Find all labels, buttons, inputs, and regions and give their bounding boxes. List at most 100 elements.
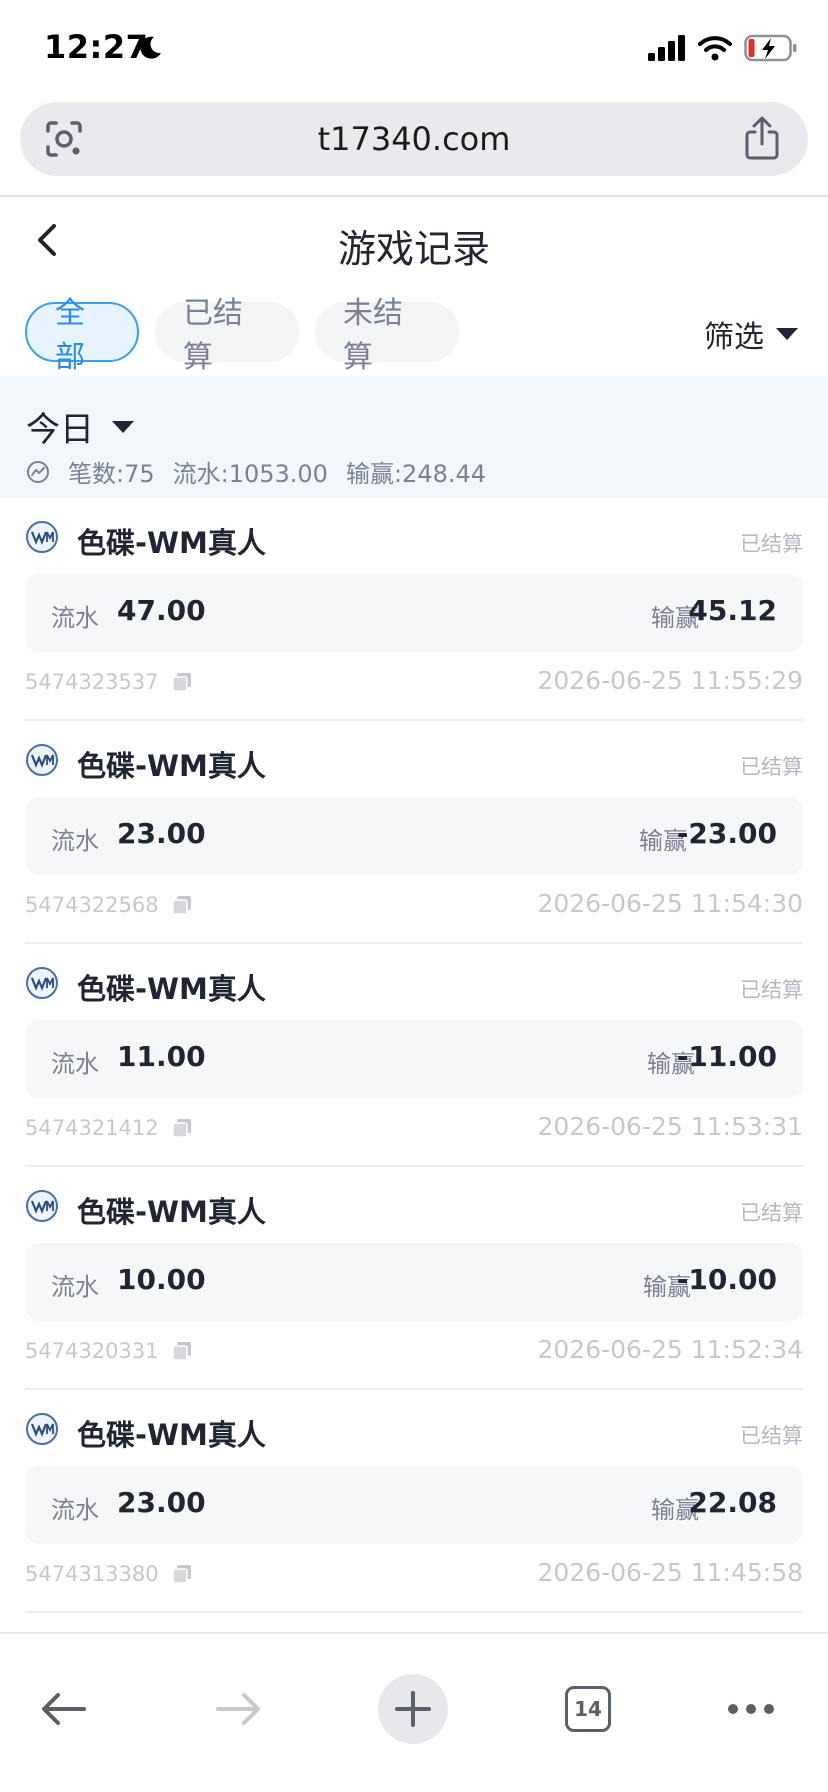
url-text[interactable]: t17340.com <box>20 120 808 158</box>
record-amounts: 流水 47.00 输赢 45.12 <box>25 574 803 652</box>
status-bar: 12:27 <box>0 0 828 100</box>
back-button[interactable] <box>28 1674 98 1744</box>
flow-value: 23.00 <box>117 817 206 850</box>
record-id: 5474323537 <box>25 670 193 694</box>
copy-icon[interactable] <box>171 1117 193 1139</box>
battery-charging-icon <box>744 34 797 62</box>
summary-win-loss: 输赢:248.44 <box>345 460 487 488</box>
tab-settled[interactable]: 已结算 <box>155 296 299 375</box>
arrow-right-icon <box>216 1693 260 1725</box>
tab-unsettled[interactable]: 未结算 <box>315 296 459 375</box>
wm-casino-logo-icon <box>26 967 58 999</box>
filter-label: 筛选 <box>704 320 764 355</box>
record-status: 已结算 <box>740 755 803 779</box>
share-icon[interactable] <box>742 116 782 160</box>
tabs-button[interactable]: 14 <box>553 1674 623 1744</box>
record-amounts: 流水 23.00 输赢 -23.00 <box>25 797 803 875</box>
record-status: 已结算 <box>740 1424 803 1448</box>
more-button[interactable] <box>716 1674 786 1744</box>
record-item[interactable]: 色碟-WM真人 已结算 流水 10.00 输赢 -10.00 547432033… <box>25 1167 803 1390</box>
more-dots-icon <box>728 1704 774 1714</box>
tab-count: 14 <box>565 1686 611 1732</box>
record-id: 5474320331 <box>25 1339 193 1363</box>
status-icons <box>648 34 798 62</box>
summary-count: 笔数:75 <box>68 460 155 488</box>
record-id: 5474313380 <box>25 1562 193 1586</box>
record-item[interactable]: 色碟-WM真人 已结算 流水 23.00 输赢 -23.00 547432256… <box>25 721 803 944</box>
record-item[interactable]: 色碟-WM真人 已结算 流水 47.00 输赢 45.12 5474323537… <box>25 498 803 721</box>
record-game: 色碟-WM真人 <box>77 749 266 783</box>
record-amounts: 流水 11.00 输赢 -11.00 <box>25 1020 803 1098</box>
copy-icon[interactable] <box>171 1340 193 1362</box>
wm-casino-logo-icon <box>26 521 58 553</box>
win-loss-value: -23.00 <box>676 817 777 850</box>
signal-icon <box>648 35 685 61</box>
record-item[interactable]: 色碟-WM真人 已结算 流水 11.00 输赢 -11.00 547432141… <box>25 944 803 1167</box>
record-status: 已结算 <box>740 532 803 556</box>
arrow-left-icon <box>42 1693 86 1725</box>
record-id-text: 5474323537 <box>25 670 159 694</box>
wm-casino-logo-icon <box>26 1413 58 1445</box>
record-time: 2026-06-25 11:53:31 <box>537 1112 803 1141</box>
wifi-icon <box>698 36 732 61</box>
copy-icon[interactable] <box>171 671 193 693</box>
win-loss-value: 22.08 <box>688 1486 777 1519</box>
address-bar[interactable]: t17340.com <box>20 102 808 176</box>
flow-value: 47.00 <box>117 594 206 627</box>
wm-casino-logo-icon <box>26 744 58 776</box>
copy-icon[interactable] <box>171 894 193 916</box>
flow-label: 流水 <box>51 827 99 855</box>
record-amounts: 流水 23.00 输赢 22.08 <box>25 1466 803 1544</box>
new-tab-button[interactable] <box>378 1674 448 1744</box>
record-item[interactable]: 色碟-WM真人 已结算 流水 23.00 输赢 22.08 5474313380… <box>25 1390 803 1613</box>
page-title: 游戏记录 <box>337 227 490 271</box>
flow-value: 11.00 <box>117 1040 206 1073</box>
record-time: 2026-06-25 11:52:34 <box>537 1335 803 1364</box>
trend-icon <box>27 460 49 483</box>
caret-down-icon <box>112 420 134 433</box>
record-time: 2026-06-25 11:45:58 <box>537 1558 803 1587</box>
flow-label: 流水 <box>51 604 99 632</box>
record-status: 已结算 <box>740 978 803 1002</box>
record-id-text: 5474320331 <box>25 1339 159 1363</box>
record-list: 色碟-WM真人 已结算 流水 47.00 输赢 45.12 5474323537… <box>0 498 828 1613</box>
status-tabs: 全部 已结算 未结算 <box>25 296 459 375</box>
tab-all[interactable]: 全部 <box>25 296 139 375</box>
win-loss-value: 45.12 <box>688 594 777 627</box>
win-loss-value: -11.00 <box>676 1040 777 1073</box>
flow-label: 流水 <box>51 1496 99 1524</box>
flow-value: 23.00 <box>117 1486 206 1519</box>
date-selector[interactable]: 今日 <box>26 402 134 451</box>
summary-panel: 今日 笔数:75 流水:1053.00 输赢:248.44 <box>0 376 828 498</box>
plus-icon <box>395 1691 431 1727</box>
record-game: 色碟-WM真人 <box>77 526 266 560</box>
filter-button[interactable]: 筛选 <box>704 312 798 356</box>
caret-down-icon <box>776 328 798 340</box>
record-game: 色碟-WM真人 <box>77 1195 266 1229</box>
record-game: 色碟-WM真人 <box>77 972 266 1006</box>
record-id-text: 5474313380 <box>25 1562 159 1586</box>
forward-button[interactable] <box>204 1674 274 1744</box>
date-label: 今日 <box>26 410 94 450</box>
record-id: 5474322568 <box>25 893 193 917</box>
summary-flow: 流水:1053.00 <box>172 460 328 488</box>
summary-stats: 笔数:75 流水:1053.00 输赢:248.44 <box>26 454 486 489</box>
copy-icon[interactable] <box>171 1563 193 1585</box>
record-status: 已结算 <box>740 1201 803 1225</box>
flow-value: 10.00 <box>117 1263 206 1296</box>
record-game: 色碟-WM真人 <box>77 1418 266 1452</box>
flow-label: 流水 <box>51 1050 99 1078</box>
record-id: 5474321412 <box>25 1116 193 1140</box>
record-time: 2026-06-25 11:55:29 <box>537 666 803 695</box>
record-id-text: 5474321412 <box>25 1116 159 1140</box>
win-loss-value: -10.00 <box>676 1263 777 1296</box>
record-time: 2026-06-25 11:54:30 <box>537 889 803 918</box>
record-id-text: 5474322568 <box>25 893 159 917</box>
browser-toolbar: 14 <box>0 1632 828 1792</box>
moon-icon <box>140 36 161 59</box>
page-header: 游戏记录 <box>0 198 828 288</box>
divider <box>0 195 828 197</box>
status-time: 12:27 <box>44 28 149 66</box>
record-amounts: 流水 10.00 输赢 -10.00 <box>25 1243 803 1321</box>
wm-casino-logo-icon <box>26 1190 58 1222</box>
